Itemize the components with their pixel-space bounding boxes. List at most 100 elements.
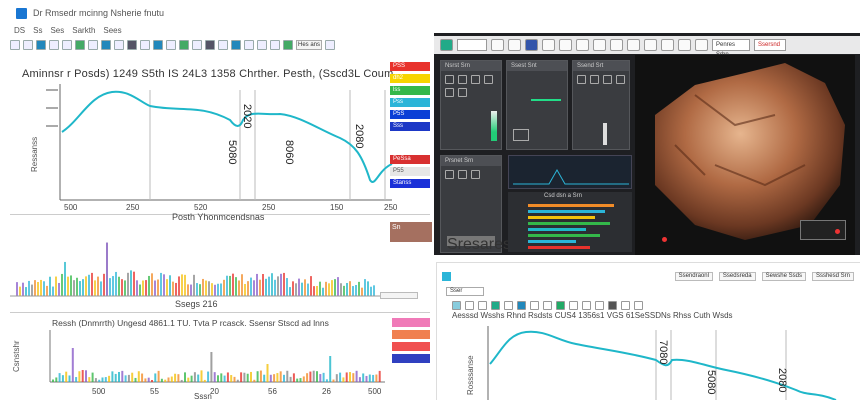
close-icon[interactable]	[325, 40, 335, 50]
peak-icon[interactable]	[101, 40, 111, 50]
download-icon[interactable]	[471, 170, 480, 179]
peak-bar	[134, 377, 137, 382]
zoom-out-icon[interactable]	[478, 301, 487, 310]
baseline-icon[interactable]	[127, 40, 137, 50]
legend-item[interactable]: P5S	[390, 110, 430, 119]
legend-swatch[interactable]	[392, 318, 430, 327]
overlay-icon[interactable]	[153, 40, 163, 50]
home-icon[interactable]	[440, 39, 453, 51]
settings-icon[interactable]	[192, 40, 202, 50]
pointer-icon[interactable]	[559, 39, 572, 51]
grid-icon[interactable]	[445, 88, 454, 97]
status-field[interactable]: Penres Srhn	[712, 39, 750, 58]
label-icon[interactable]	[556, 301, 565, 310]
zoom-icon[interactable]	[88, 40, 98, 50]
settings-icon[interactable]	[695, 39, 708, 51]
menu-item[interactable]: Sees	[103, 26, 121, 38]
baseline-icon[interactable]	[543, 301, 552, 310]
folder-icon[interactable]	[445, 170, 454, 179]
redo-icon[interactable]	[270, 40, 280, 50]
open-icon[interactable]	[10, 40, 20, 50]
legend-swatch[interactable]	[392, 354, 430, 363]
tools-icon[interactable]	[678, 39, 691, 51]
settings-icon[interactable]	[634, 301, 643, 310]
export-icon[interactable]	[166, 40, 176, 50]
legend-swatch[interactable]	[392, 342, 430, 351]
camera-icon[interactable]	[610, 39, 623, 51]
copy-icon[interactable]	[49, 40, 59, 50]
scroll-slider[interactable]	[380, 292, 418, 299]
pan-icon[interactable]	[491, 301, 500, 310]
list-icon[interactable]	[471, 75, 480, 84]
clock-icon[interactable]	[508, 39, 521, 51]
toolbar-field[interactable]	[457, 39, 487, 51]
cut-icon[interactable]	[36, 40, 46, 50]
overlay-icon[interactable]	[582, 301, 591, 310]
alert-field[interactable]: Ssersnd	[754, 39, 786, 51]
export-icon[interactable]	[576, 39, 589, 51]
device-icon[interactable]	[513, 129, 529, 141]
filter-icon[interactable]	[179, 40, 189, 50]
print-icon[interactable]	[621, 301, 630, 310]
calibrate-icon[interactable]	[616, 75, 625, 84]
layers-icon[interactable]	[231, 40, 241, 50]
gauge-icon[interactable]	[590, 75, 599, 84]
menu-item[interactable]: DS	[14, 26, 25, 38]
ruler-icon[interactable]	[140, 40, 150, 50]
chart-icon[interactable]	[525, 39, 538, 51]
chart-icon[interactable]	[205, 40, 215, 50]
paste-icon[interactable]	[62, 40, 72, 50]
zoom-in-icon[interactable]	[465, 301, 474, 310]
crop-icon[interactable]	[644, 39, 657, 51]
side-thumbnail[interactable]: Sn	[390, 222, 432, 242]
legend-item[interactable]: lss	[390, 86, 430, 95]
viewer-field[interactable]: Ssshesd Srn	[811, 271, 854, 281]
print-icon[interactable]	[244, 40, 254, 50]
viewer-field[interactable]: Ssendraonl	[674, 271, 713, 281]
save-icon[interactable]	[23, 40, 33, 50]
filter-icon[interactable]	[458, 75, 467, 84]
legend-item[interactable]: Stanss	[390, 179, 430, 188]
legend-item[interactable]: P55	[390, 167, 430, 176]
save-icon[interactable]	[542, 39, 555, 51]
cursor-icon[interactable]	[452, 301, 461, 310]
grid-icon[interactable]	[114, 40, 124, 50]
viewer-field[interactable]: Ssedsreda	[718, 271, 756, 281]
sensor-icon[interactable]	[603, 75, 612, 84]
link-icon[interactable]	[593, 39, 606, 51]
menu-item[interactable]: Ses	[50, 26, 64, 38]
legend-item[interactable]: Pss	[390, 98, 430, 107]
export-icon[interactable]	[608, 301, 617, 310]
rotate-icon[interactable]	[627, 39, 640, 51]
histogram-bar	[286, 278, 288, 296]
viewer-tab[interactable]: Sser	[446, 287, 484, 296]
menu-item[interactable]: Sarkth	[72, 26, 95, 38]
scan-icon[interactable]	[484, 75, 493, 84]
legend-item[interactable]: dh2	[390, 74, 430, 83]
legend-item[interactable]: PeSsa	[390, 155, 430, 164]
histogram-bar	[115, 271, 117, 296]
capture-button[interactable]	[800, 220, 846, 240]
search-icon[interactable]	[445, 75, 454, 84]
grid-icon[interactable]	[530, 301, 539, 310]
layers-icon[interactable]	[661, 39, 674, 51]
card-button[interactable]: Sresaresd	[447, 236, 520, 253]
measure-icon[interactable]	[569, 301, 578, 310]
refresh-icon[interactable]	[491, 39, 504, 51]
fit-icon[interactable]	[504, 301, 513, 310]
compare-icon[interactable]	[595, 301, 604, 310]
legend-item[interactable]: PSS	[390, 62, 430, 71]
run-icon[interactable]	[75, 40, 85, 50]
peak-icon[interactable]	[517, 301, 526, 310]
help-icon[interactable]	[283, 40, 293, 50]
legend-item[interactable]: Sss	[390, 122, 430, 131]
viewer-field[interactable]: Sewshe Ssds	[761, 271, 806, 281]
file-icon[interactable]	[458, 170, 467, 179]
legend-swatch[interactable]	[392, 330, 430, 339]
toolbar-field[interactable]: Hes ans	[296, 40, 322, 50]
undo-icon[interactable]	[257, 40, 267, 50]
table-icon[interactable]	[218, 40, 228, 50]
target-icon[interactable]	[458, 88, 467, 97]
sliders-icon[interactable]	[577, 75, 586, 84]
menu-item[interactable]: Ss	[33, 26, 42, 38]
